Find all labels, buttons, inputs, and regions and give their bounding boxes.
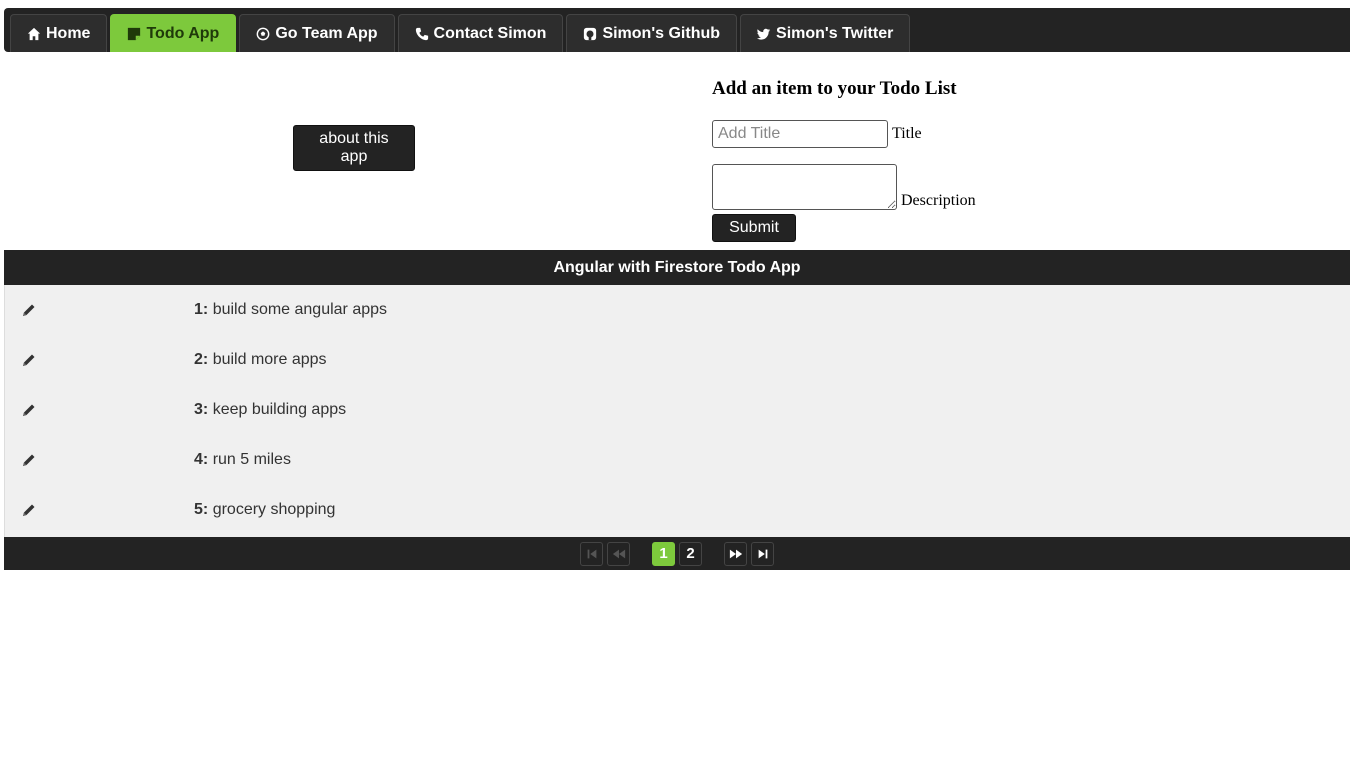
submit-button[interactable]: Submit	[712, 214, 796, 242]
pencil-icon[interactable]	[21, 502, 37, 518]
list-item: 1: build some angular apps	[5, 285, 1350, 335]
description-row: Description	[712, 164, 976, 210]
home-icon	[27, 27, 41, 41]
first-page-button[interactable]	[580, 541, 603, 566]
nav-item-label: Simon's Github	[602, 24, 721, 42]
github-icon	[583, 27, 597, 41]
todo-title: grocery shopping	[212, 501, 336, 518]
todo-list-panel: Angular with Firestore Todo App 1: build…	[4, 250, 1350, 570]
nav-item-label: Todo App	[146, 24, 220, 42]
nav-item-go-team-app[interactable]: Go Team App	[239, 14, 395, 52]
last-page-button[interactable]	[751, 541, 774, 566]
list-item: 4: run 5 miles	[5, 435, 1350, 485]
nav-item-label: Contact Simon	[433, 24, 547, 42]
nav-item-simons-github[interactable]: Simon's Github	[566, 14, 738, 52]
todo-text: 2: build more apps	[194, 351, 327, 369]
todo-number: 1:	[194, 301, 209, 318]
nav-item-label: Simon's Twitter	[776, 24, 894, 42]
fast-forward-icon	[729, 549, 742, 558]
todo-text: 5: grocery shopping	[194, 501, 335, 519]
todo-title: build some angular apps	[212, 301, 388, 318]
todo-number: 4:	[194, 451, 209, 468]
todo-list: 1: build some angular apps 2: build more…	[4, 285, 1350, 537]
title-row: Title	[712, 120, 922, 148]
pencil-icon[interactable]	[21, 452, 37, 468]
pencil-icon[interactable]	[21, 302, 37, 318]
form-heading: Add an item to your Todo List	[712, 78, 957, 99]
pencil-icon[interactable]	[21, 402, 37, 418]
todo-number: 3:	[194, 401, 209, 418]
page-button-1[interactable]: 1	[652, 541, 675, 566]
todo-number: 2:	[194, 351, 209, 368]
nav-item-contact-simon[interactable]: Contact Simon	[397, 14, 564, 52]
title-label: Title	[892, 125, 922, 142]
todo-text: 4: run 5 miles	[194, 451, 291, 469]
nav-item-label: Home	[46, 24, 91, 42]
list-item: 3: keep building apps	[5, 385, 1350, 435]
pencil-icon[interactable]	[21, 352, 37, 368]
nav-item-simons-twitter[interactable]: Simon's Twitter	[740, 14, 911, 52]
top-nav: Home Todo App Go Team App Contact Simon …	[4, 8, 1350, 52]
add-todo-form: Add an item to your Todo List Title Desc…	[712, 78, 976, 242]
paginator: 1 2	[4, 537, 1350, 570]
title-input[interactable]	[712, 120, 888, 148]
description-textarea[interactable]	[712, 164, 897, 210]
todo-title: keep building apps	[212, 401, 347, 418]
todo-text: 3: keep building apps	[194, 401, 346, 419]
todo-text: 1: build some angular apps	[194, 301, 387, 319]
nav-item-todo-app[interactable]: Todo App	[110, 14, 237, 52]
todo-title: run 5 miles	[212, 451, 291, 468]
twitter-icon	[757, 27, 771, 41]
phone-icon	[415, 27, 429, 41]
todo-list-header: Angular with Firestore Todo App	[4, 250, 1350, 285]
first-page-icon	[587, 549, 596, 558]
next-page-button[interactable]	[724, 541, 747, 566]
rewind-icon	[612, 549, 625, 558]
nav-item-label: Go Team App	[275, 24, 378, 42]
list-item: 5: grocery shopping	[5, 485, 1350, 535]
last-page-icon	[758, 549, 767, 558]
about-this-app-button[interactable]: about this app	[293, 125, 415, 171]
previous-page-button[interactable]	[607, 541, 630, 566]
todo-number: 5:	[194, 501, 209, 518]
soccer-ball-icon	[256, 27, 270, 41]
description-label: Description	[901, 192, 976, 209]
nav-item-home[interactable]: Home	[10, 14, 108, 52]
todo-title: build more apps	[212, 351, 327, 368]
page-button-2[interactable]: 2	[679, 541, 702, 566]
list-item: 2: build more apps	[5, 335, 1350, 385]
sticky-note-icon	[127, 27, 141, 41]
